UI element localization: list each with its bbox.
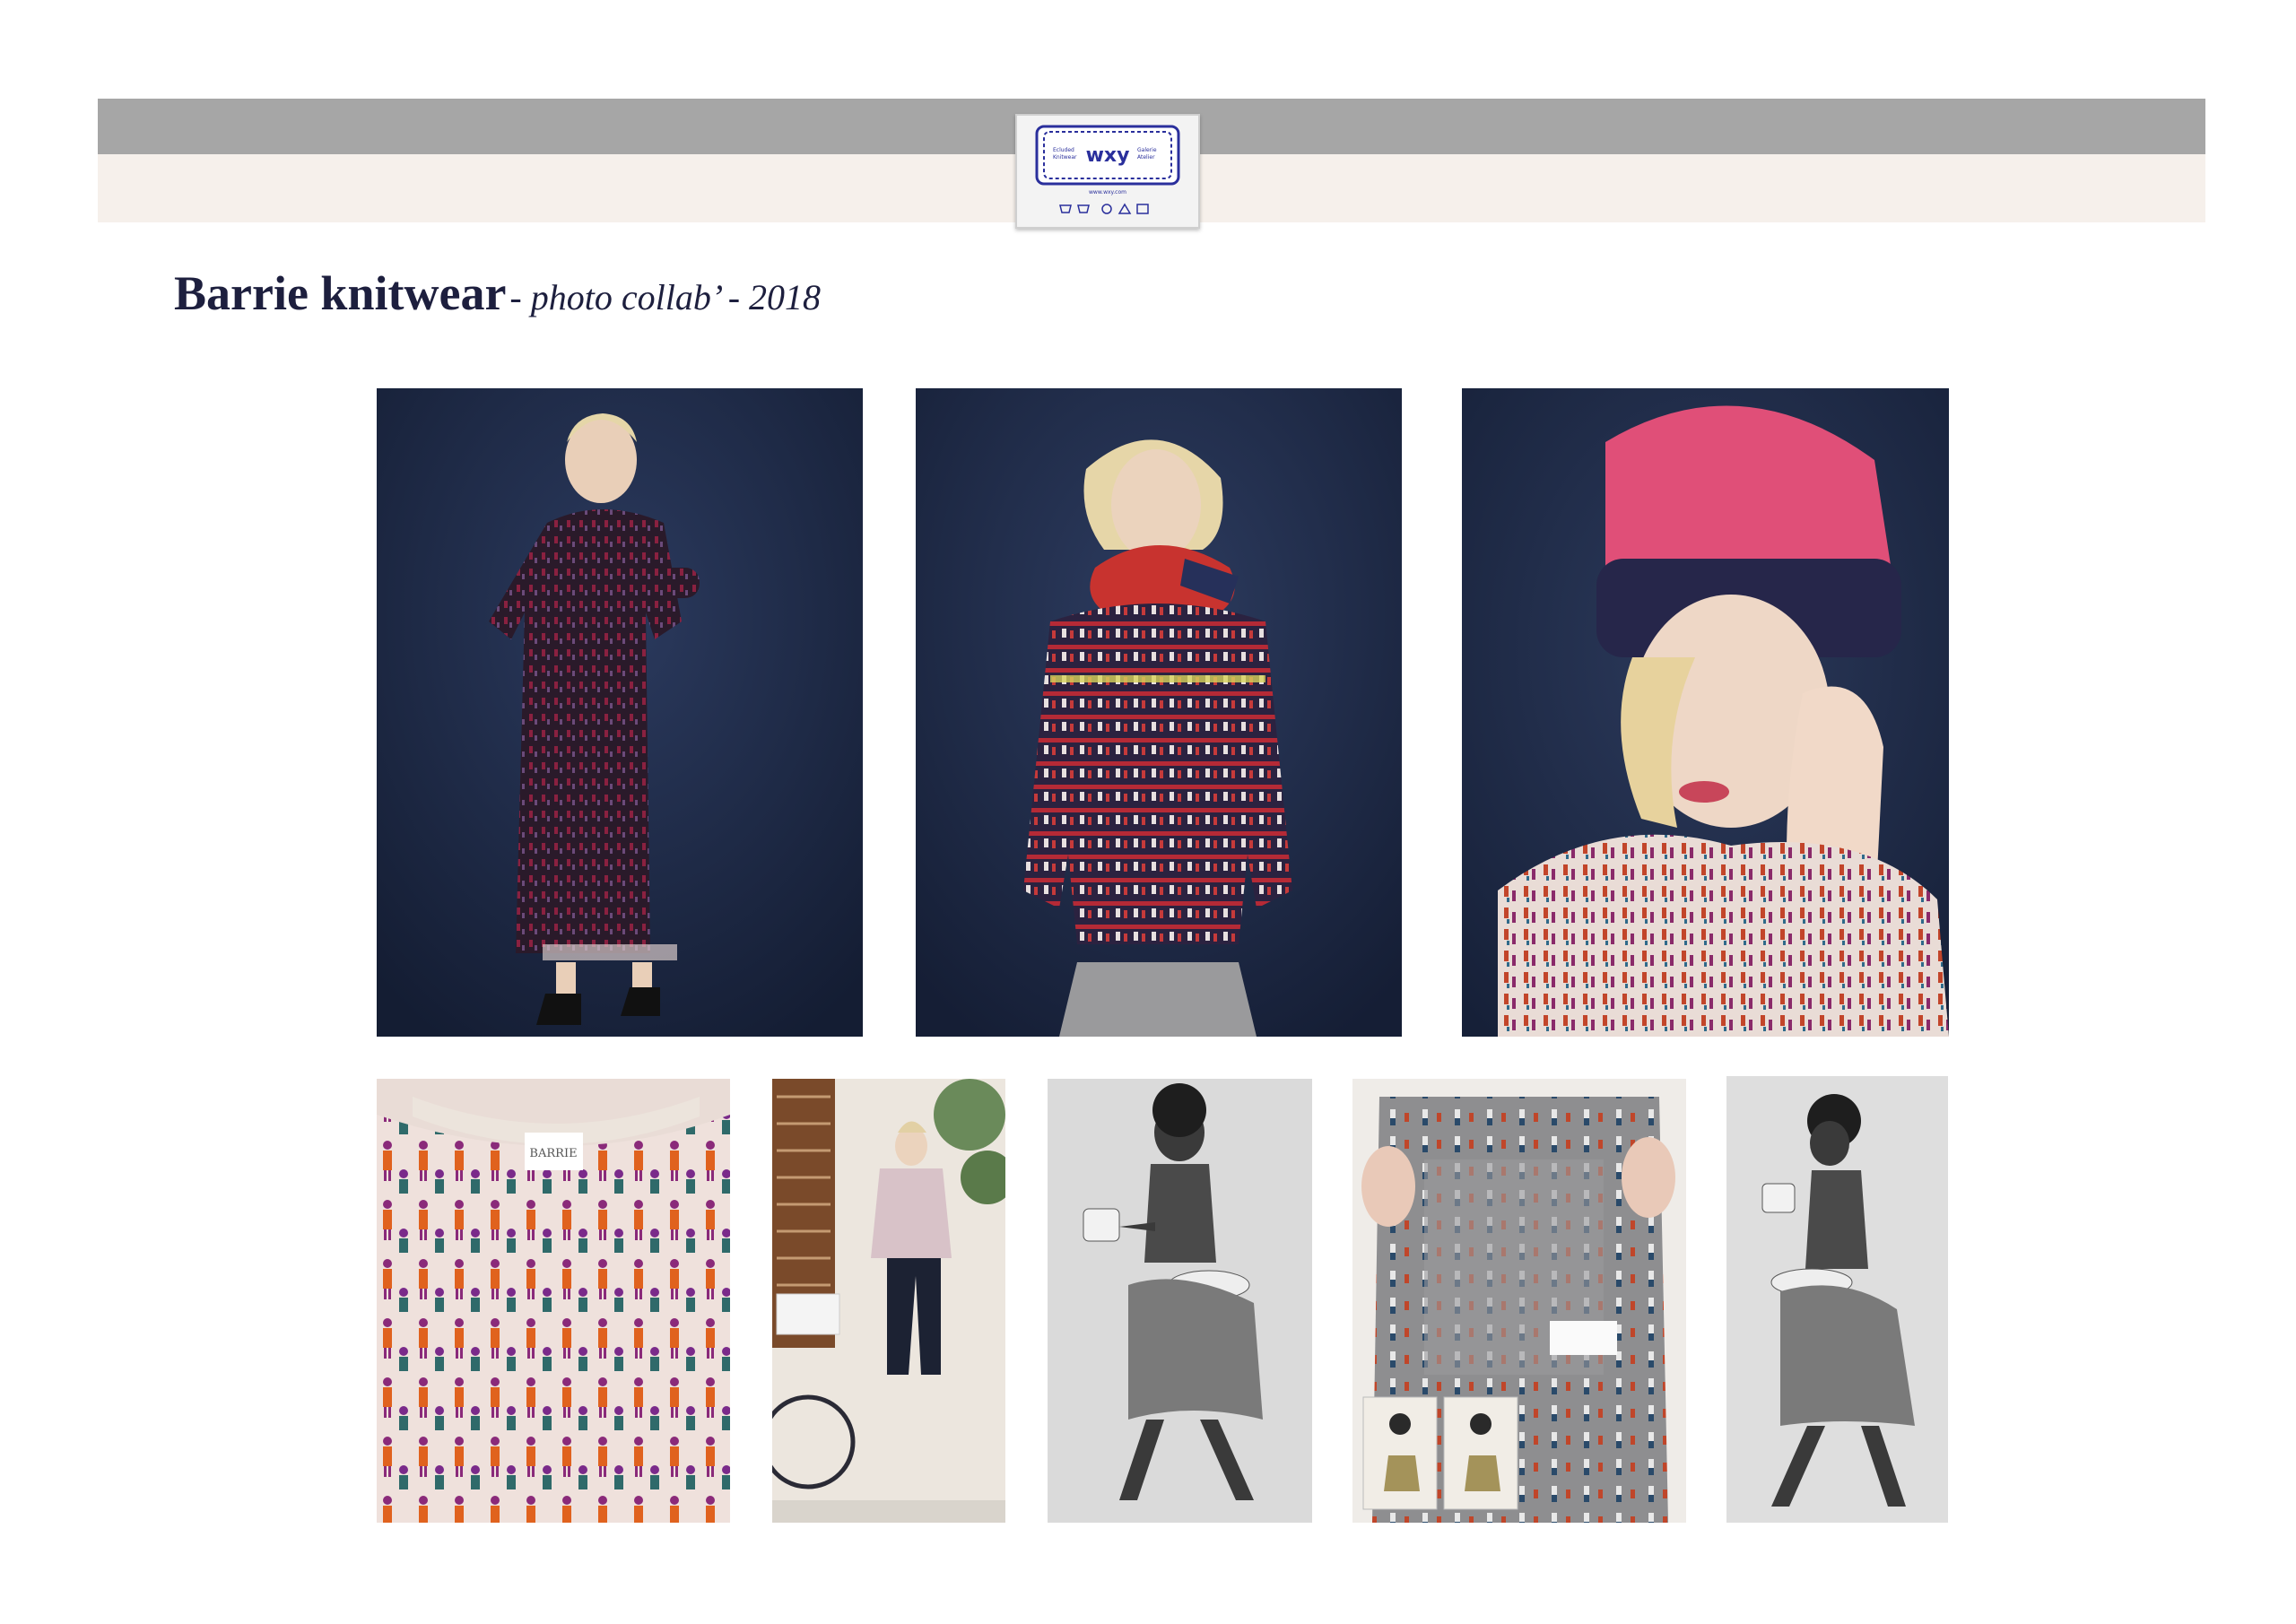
photo-knit-detail: BARRIE	[377, 1079, 730, 1523]
photo-model-beanie	[1462, 388, 1949, 1037]
svg-text:Ecluded: Ecluded	[1053, 147, 1074, 153]
logo-text: wxy	[1086, 144, 1130, 167]
photo-knit-sample	[1352, 1079, 1686, 1523]
svg-text:Galerie: Galerie	[1137, 147, 1157, 153]
title-sub: - photo collab’ - 2018	[509, 277, 822, 317]
photo-bw-child-2	[1726, 1076, 1948, 1523]
svg-text:www.wxy.com: www.wxy.com	[1089, 189, 1126, 195]
title-main: Barrie knitwear	[174, 266, 507, 320]
svg-text:Atelier: Atelier	[1137, 154, 1155, 161]
page-title: Barrie knitwear - photo collab’ - 2018	[174, 265, 821, 321]
photo-bw-child-1	[1048, 1079, 1312, 1523]
photo-model-bicycle	[772, 1079, 1005, 1523]
photo-model-sweater-scarf	[916, 388, 1402, 1037]
photo-model-long-dress	[377, 388, 863, 1037]
brand-logo: wxy Ecluded Knitwear Galerie Atelier www…	[1015, 114, 1200, 229]
label-barrie: BARRIE	[529, 1147, 577, 1160]
svg-text:Knitwear: Knitwear	[1053, 154, 1077, 161]
